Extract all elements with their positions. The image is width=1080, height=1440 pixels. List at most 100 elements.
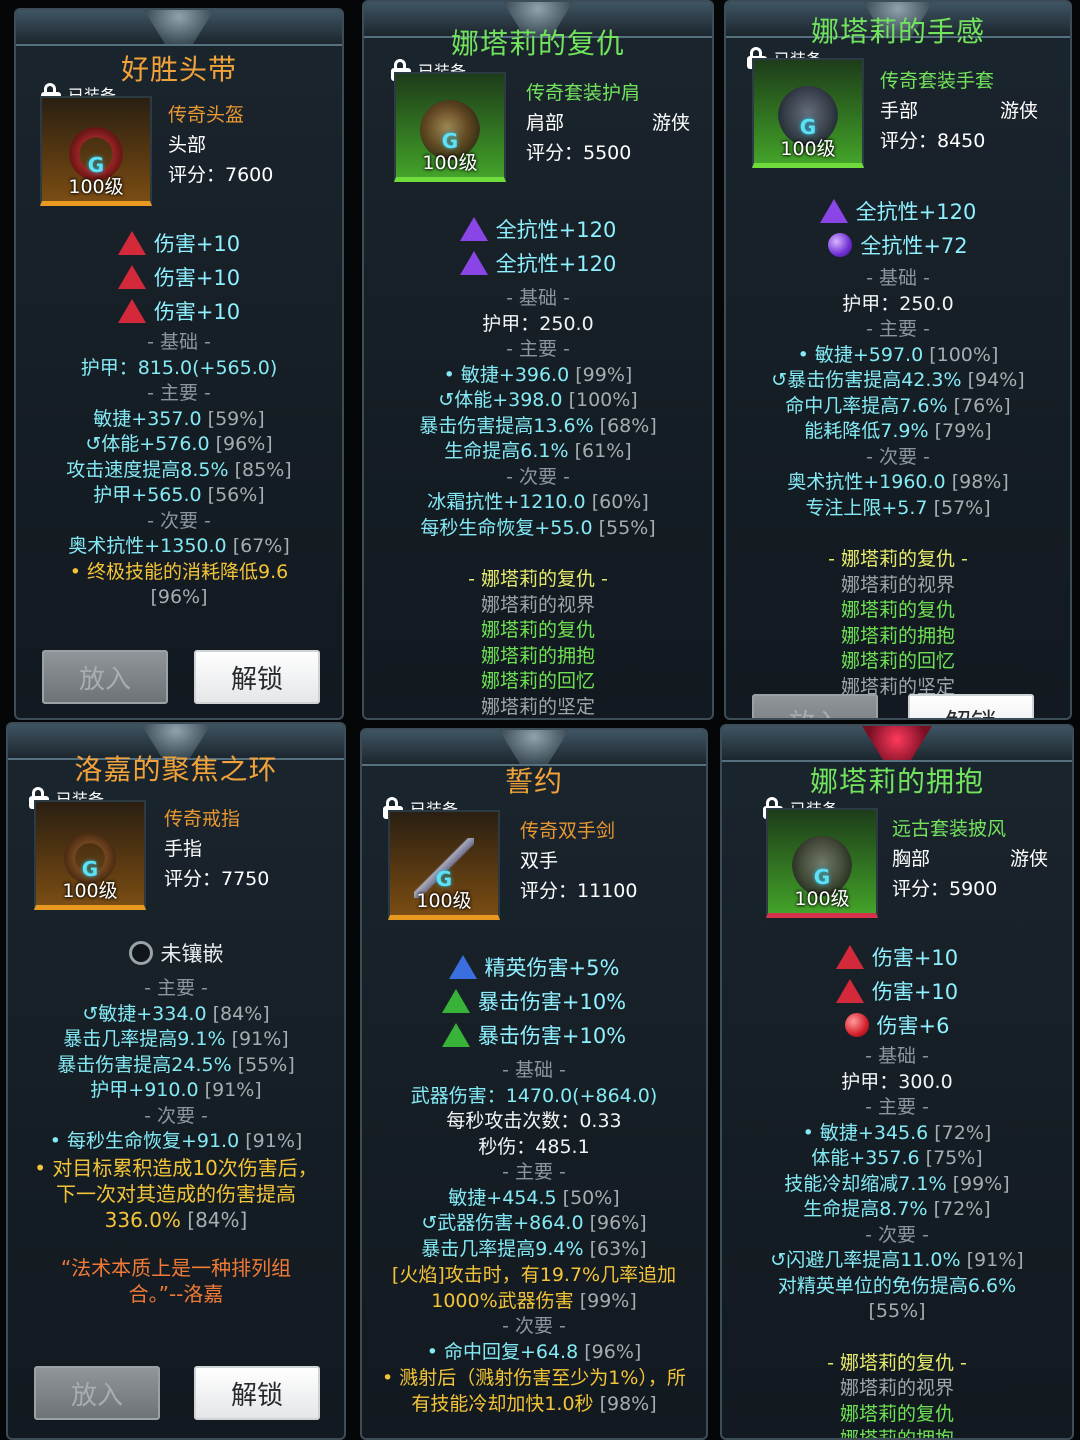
amethyst-orb-icon — [828, 233, 853, 257]
set-item: 娜塔莉的回忆 — [840, 650, 955, 672]
gem-list: 伤害+10 伤害+10 伤害+10 — [16, 226, 342, 328]
section-header: - 次要 - — [502, 1315, 566, 1337]
socket-text: 未镶嵌 — [160, 942, 224, 966]
item-icon[interactable]: G 100级 — [766, 808, 878, 918]
item-slot: 手部 — [880, 100, 919, 122]
ruby-orb-icon — [844, 1013, 869, 1037]
slot-class-row: 胸部 游侠 — [892, 844, 1048, 874]
slot-class-row: 手部 游侠 — [880, 96, 1038, 126]
item-slot: 肩部 — [526, 112, 565, 134]
item-card-cloak: 娜塔莉的拥抱 已装备 G 100级 远古套装披风 胸部游侠 评分：5900 伤害… — [720, 724, 1074, 1440]
gem-list: 全抗性+120 全抗性+120 — [364, 212, 712, 280]
set-item: 娜塔莉的拥抱 — [840, 624, 955, 647]
section-header: - 主要 - — [866, 318, 930, 340]
item-icon[interactable]: G 100级 — [394, 72, 506, 182]
primary-stat: 攻击速度提高8.5% [85%] — [66, 458, 292, 481]
gem-row: 全抗性+120 — [459, 212, 616, 246]
item-icon[interactable]: G 100级 — [34, 800, 146, 910]
item-level: 100级 — [780, 138, 836, 160]
primary-stat: 护甲+910.0 [91%] — [90, 1079, 262, 1101]
gem-text: 伤害+10 — [153, 232, 241, 256]
secondary-stat: ↺闪避几率提高11.0% [91%] — [770, 1249, 1024, 1271]
red-gem-ornament — [862, 726, 932, 760]
item-score: 评分：8450 — [880, 130, 986, 152]
item-quality: 传奇戒指 — [164, 808, 241, 830]
item-info: 传奇双手剑 双手 评分：11100 — [520, 816, 690, 906]
gem-text: 暴击伤害+10% — [477, 990, 627, 1014]
item-card-shoulders: 娜塔莉的复仇 已装备 G 100级 传奇套装护肩 肩部游侠 评分：5500 全抗… — [362, 0, 714, 720]
base-stat: 护甲：250.0 — [482, 312, 594, 335]
put-in-button[interactable]: 放入 — [752, 694, 878, 718]
sapphire-gem-icon — [448, 955, 477, 979]
base-stat: 护甲：300.0 — [841, 1070, 953, 1093]
item-title: 洛嘉的聚焦之环 — [74, 753, 278, 786]
item-icon[interactable]: G 100级 — [752, 58, 864, 168]
stat-list: - 主要 - ↺敏捷+334.0 [84%] 暴击几率提高9.1% [91%] … — [8, 976, 344, 1307]
item-card-sword: 誓约 已装备 G 100级 传奇双手剑 双手 评分：11100 精英伤害+5% … — [360, 728, 708, 1440]
set-item: 娜塔莉的复仇 — [840, 599, 955, 621]
item-icon[interactable]: G 100级 — [388, 810, 500, 920]
slot-class-row: 肩部 游侠 — [526, 108, 690, 138]
unlock-button[interactable]: 解锁 — [194, 1366, 320, 1420]
stat-list: - 基础 - 护甲：300.0 - 主要 - • 敏捷+345.6 [72%] … — [722, 1044, 1072, 1438]
ruby-gem-icon — [117, 231, 146, 255]
gem-row: 伤害+6 — [844, 1008, 950, 1042]
primary-stat: • 敏捷+396.0 [99%] — [443, 363, 633, 386]
item-card-headband: 好胜头带 已装备 G 100级 传奇头盔 头部 评分：7600 伤害+10 伤害… — [14, 8, 344, 720]
item-title: 娜塔莉的复仇 — [450, 27, 625, 60]
set-item: 娜塔莉的坚定 — [480, 695, 595, 718]
gem-text: 伤害+10 — [871, 980, 959, 1004]
emerald-gem-icon — [441, 1023, 470, 1047]
primary-stat: 暴击几率提高9.4% [63%] — [421, 1237, 647, 1260]
gem-text: 伤害+6 — [876, 1014, 950, 1038]
set-item: 娜塔莉的视界 — [840, 573, 955, 596]
item-quality: 传奇套装护肩 — [526, 82, 641, 104]
gem-row: 全抗性+120 — [819, 194, 976, 228]
item-quality: 传奇套装手套 — [880, 70, 995, 92]
set-item: 娜塔莉的视界 — [839, 1377, 954, 1399]
section-header: - 主要 - — [506, 338, 570, 360]
item-score: 评分：11100 — [520, 880, 638, 902]
item-score: 评分：5500 — [526, 142, 632, 164]
primary-stat: ↺敏捷+334.0 [84%] — [82, 1002, 270, 1025]
primary-stat: 能耗降低7.9% [79%] — [804, 420, 992, 442]
card-ornament — [499, 730, 569, 764]
item-slot: 胸部 — [892, 848, 931, 870]
base-stat: 护甲：250.0 — [842, 292, 954, 315]
secondary-stat: 对精英单位的免伤提高6.6% — [777, 1274, 1017, 1297]
gem-list: 精英伤害+5% 暴击伤害+10% 暴击伤害+10% — [362, 950, 706, 1052]
unlock-button[interactable]: 解锁 — [908, 694, 1034, 718]
unlock-button[interactable]: 解锁 — [194, 650, 320, 704]
item-level: 100级 — [422, 152, 478, 174]
put-in-button[interactable]: 放入 — [34, 1366, 160, 1420]
stat-list: - 基础 - 护甲：815.0(+565.0) - 主要 - 敏捷+357.0 … — [16, 330, 342, 611]
item-info: 传奇戒指 手指 评分：7750 — [164, 804, 324, 894]
empty-socket-icon — [128, 941, 153, 965]
gem-row: 伤害+10 — [835, 940, 958, 974]
item-score: 评分：7750 — [164, 868, 270, 890]
gem-list: 伤害+10 伤害+10 伤害+6 — [722, 940, 1072, 1042]
item-class: 游侠 — [651, 112, 690, 134]
section-header: - 基础 - — [506, 287, 570, 309]
primary-stat: • 敏捷+597.0 [100%] — [797, 343, 999, 366]
legendary-affix: • 对目标累积造成10次伤害后，下一次对其造成的伤害提高336.0% [84%] — [34, 1155, 318, 1232]
section-header: - 主要 - — [865, 1096, 929, 1118]
item-slot: 头部 — [168, 134, 207, 156]
legendary-affix: • 溅射后（溅射伤害至少为1%），所有技能冷却加快1.0秒 [98%] — [382, 1367, 686, 1415]
primary-stat: 暴击伤害提高13.6% [68%] — [419, 414, 657, 437]
amethyst-gem-icon — [819, 199, 848, 223]
primary-stat: 命中几率提高7.6% [76%] — [785, 394, 1011, 417]
gem-row: 全抗性+72 — [828, 228, 968, 262]
section-header: - 主要 - — [502, 1161, 566, 1183]
emerald-gem-icon — [441, 989, 470, 1013]
item-class: 游侠 — [1009, 848, 1048, 870]
item-info: 传奇套装护肩 肩部 游侠 评分：5500 — [526, 78, 690, 168]
put-in-button[interactable]: 放入 — [42, 650, 168, 704]
set-item: 娜塔莉的视界 — [480, 593, 595, 616]
set-header: - 娜塔莉的复仇 - — [828, 548, 968, 570]
item-icon[interactable]: G 100级 — [40, 96, 152, 206]
legendary-affix: • 终极技能的消耗降低9.6 — [69, 560, 289, 583]
set-item: 娜塔莉的复仇 — [839, 1402, 954, 1425]
primary-stat: 生命提高6.1% [61%] — [444, 440, 632, 462]
